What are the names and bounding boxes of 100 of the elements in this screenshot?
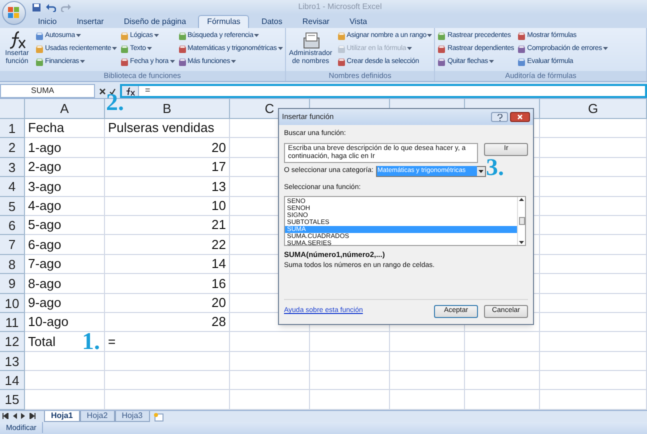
first-sheet-icon — [2, 413, 9, 420]
table-cell[interactable]: 16 — [105, 274, 230, 294]
table-cell[interactable] — [540, 216, 647, 236]
ribbon-tab[interactable]: Datos — [253, 15, 290, 28]
table-cell[interactable] — [540, 138, 647, 158]
caret-icon — [170, 60, 175, 64]
table-cell[interactable] — [310, 371, 390, 390]
sheet-tab[interactable]: Hoja1 — [44, 410, 80, 422]
table-cell[interactable]: 10-ago — [25, 312, 105, 332]
table-cell[interactable] — [230, 371, 310, 390]
row-header: 1 — [0, 119, 25, 138]
caret-icon — [254, 34, 260, 38]
function-icon — [437, 44, 446, 54]
step-number: 1. — [82, 330, 100, 354]
caret-icon — [154, 34, 159, 38]
table-cell[interactable] — [310, 352, 390, 372]
ribbon-tab[interactable]: Insertar — [68, 15, 112, 28]
table-cell[interactable]: 6-ago — [25, 235, 105, 255]
table-cell[interactable]: 1-ago — [25, 138, 105, 158]
function-icon — [120, 58, 130, 66]
ribbon-tab[interactable]: Inicio — [30, 15, 65, 28]
row-header: 10 — [0, 294, 25, 313]
table-cell[interactable]: 8-ago — [25, 274, 105, 294]
table-cell[interactable]: 9-ago — [25, 294, 105, 313]
table-cell[interactable] — [230, 352, 310, 372]
caret-icon — [146, 47, 152, 51]
sheet-tab[interactable]: Hoja2 — [80, 410, 115, 422]
table-cell[interactable] — [465, 332, 540, 352]
table-cell[interactable]: 21 — [105, 216, 230, 236]
function-icon — [336, 32, 346, 40]
row-header: 14 — [0, 371, 25, 390]
table-cell[interactable] — [465, 352, 540, 372]
scroll-thumb[interactable] — [518, 217, 524, 225]
caret-icon — [488, 60, 494, 64]
caret-icon — [76, 34, 81, 38]
table-cell[interactable] — [540, 294, 647, 313]
select-all-button[interactable] — [0, 99, 25, 119]
table-cell[interactable]: 17 — [105, 158, 230, 178]
table-cell[interactable] — [230, 332, 310, 352]
function-icon — [120, 32, 130, 40]
table-cell[interactable] — [540, 235, 647, 255]
table-cell[interactable] — [105, 371, 230, 390]
table-cell[interactable]: 3-ago — [25, 177, 105, 197]
close-button[interactable] — [510, 112, 530, 122]
function-icon — [8, 30, 26, 50]
row-header: 13 — [0, 352, 25, 372]
table-cell[interactable] — [390, 332, 465, 352]
table-cell[interactable] — [540, 177, 647, 197]
ribbon-tab[interactable]: Fórmulas — [198, 15, 250, 28]
column-header[interactable]: G — [540, 99, 647, 119]
table-cell[interactable]: = — [105, 332, 230, 352]
name-box[interactable]: SUMA — [0, 84, 95, 98]
table-cell[interactable] — [390, 352, 465, 372]
ribbon-tab[interactable]: Revisar — [294, 15, 338, 28]
table-cell[interactable] — [540, 371, 647, 390]
caret-icon — [407, 47, 412, 51]
table-cell[interactable] — [25, 352, 105, 372]
ribbon-tab[interactable]: Diseño de página — [116, 15, 194, 28]
row-header: 4 — [0, 177, 25, 197]
table-cell[interactable]: 2-ago — [25, 158, 105, 178]
table-cell[interactable] — [105, 352, 230, 372]
table-cell[interactable]: 20 — [105, 138, 230, 158]
table-cell[interactable]: 4-ago — [25, 196, 105, 216]
window-title: Libro1 - Microsoft Excel — [297, 1, 383, 13]
table-cell[interactable]: 7-ago — [25, 254, 105, 274]
table-cell[interactable]: 20 — [105, 294, 230, 313]
table-cell[interactable] — [540, 352, 647, 372]
ribbon-tab[interactable]: Vista — [341, 15, 376, 28]
table-cell[interactable]: 10 — [105, 196, 230, 216]
caret-icon — [427, 34, 432, 38]
table-cell[interactable]: 22 — [105, 235, 230, 255]
table-cell[interactable] — [25, 371, 105, 390]
function-icon — [35, 44, 44, 54]
column-header[interactable]: A — [25, 99, 105, 119]
table-cell[interactable] — [540, 196, 647, 216]
table-cell[interactable] — [390, 371, 465, 390]
close-icon — [517, 114, 523, 120]
table-cell[interactable]: 14 — [105, 254, 230, 274]
table-cell[interactable]: 13 — [105, 177, 230, 197]
office-logo-icon — [7, 6, 21, 20]
help-button[interactable] — [491, 112, 508, 122]
row-header: 8 — [0, 254, 25, 274]
table-cell[interactable] — [540, 254, 647, 274]
table-cell[interactable] — [465, 371, 540, 390]
table-cell[interactable] — [310, 332, 390, 352]
office-button[interactable] — [2, 1, 26, 25]
card-file-icon — [300, 30, 321, 50]
table-cell[interactable] — [540, 158, 647, 178]
table-cell[interactable]: 5-ago — [25, 216, 105, 236]
table-cell[interactable] — [540, 274, 647, 294]
sheet-tab[interactable]: Hoja3 — [114, 410, 150, 422]
scrollbar[interactable] — [517, 197, 525, 245]
table-cell[interactable]: Fecha — [25, 119, 105, 138]
table-cell[interactable] — [540, 332, 647, 352]
table-cell[interactable] — [540, 312, 647, 332]
table-cell[interactable]: Pulseras vendidas — [105, 119, 230, 138]
function-icon — [517, 58, 526, 66]
function-icon — [437, 58, 446, 66]
table-cell[interactable]: 28 — [105, 312, 230, 332]
table-cell[interactable] — [540, 119, 647, 138]
